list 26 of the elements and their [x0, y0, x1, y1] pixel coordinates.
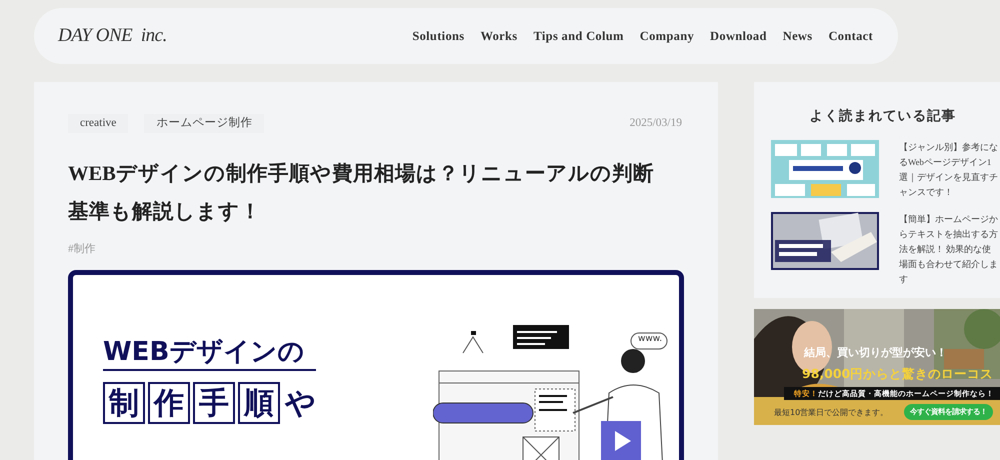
speech-bubble-text: www. [638, 332, 662, 346]
category-tag[interactable]: ホームページ制作 [144, 114, 264, 134]
boxed-character: 手 [193, 382, 235, 424]
popular-article-link[interactable]: 【簡単】ホームページか らテキストを抽出する方 法を解説！ 効果的な使 場面も合わせて紹介しま す [771, 212, 1000, 288]
article-link-title: 【簡単】ホームページか らテキストを抽出する方 法を解説！ 効果的な使 場面も合わせて紹介しま す [899, 213, 998, 286]
boxed-character: 作 [148, 382, 190, 424]
post-date: 2025/03/19 [630, 116, 682, 131]
boxed-character: 制 [103, 382, 145, 424]
article-link-title: 【ジャンル別】参考にな るWebページデザイン1 選｜デザインを見直すチ ャンスです！ [899, 141, 998, 200]
ad-headline: 結局、買い切りが型が安い！ [804, 345, 947, 361]
hero-heading: や [285, 384, 316, 423]
nav-link[interactable]: Company [640, 26, 694, 46]
hero-heading: WEBデザインの [103, 334, 316, 371]
ad-note: 最短10営業日で公開できます。 [774, 407, 888, 419]
popular-article-link[interactable]: 【ジャンル別】参考にな るWebページデザイン1 選｜デザインを見直すチ ャンスです！ [771, 140, 1000, 200]
article-title: WEBデザインの制作手順や費用相場は？リニューアルの判断基準も解説します！ [68, 162, 655, 226]
nav-link[interactable]: Works [480, 26, 518, 46]
boxed-character: 順 [238, 382, 280, 424]
category-tag[interactable]: creative [68, 114, 128, 134]
nav-link[interactable]: Solutions [412, 26, 464, 46]
nav-link[interactable]: Contact [828, 26, 873, 46]
logo[interactable]: DAY ONE inc. [58, 22, 167, 50]
nav-link[interactable]: Tips and Colum [533, 26, 624, 46]
nav-link[interactable]: Download [710, 26, 767, 46]
sidebar-title: よく読まれている記事 [808, 107, 958, 125]
nav-link[interactable]: News [782, 26, 812, 46]
